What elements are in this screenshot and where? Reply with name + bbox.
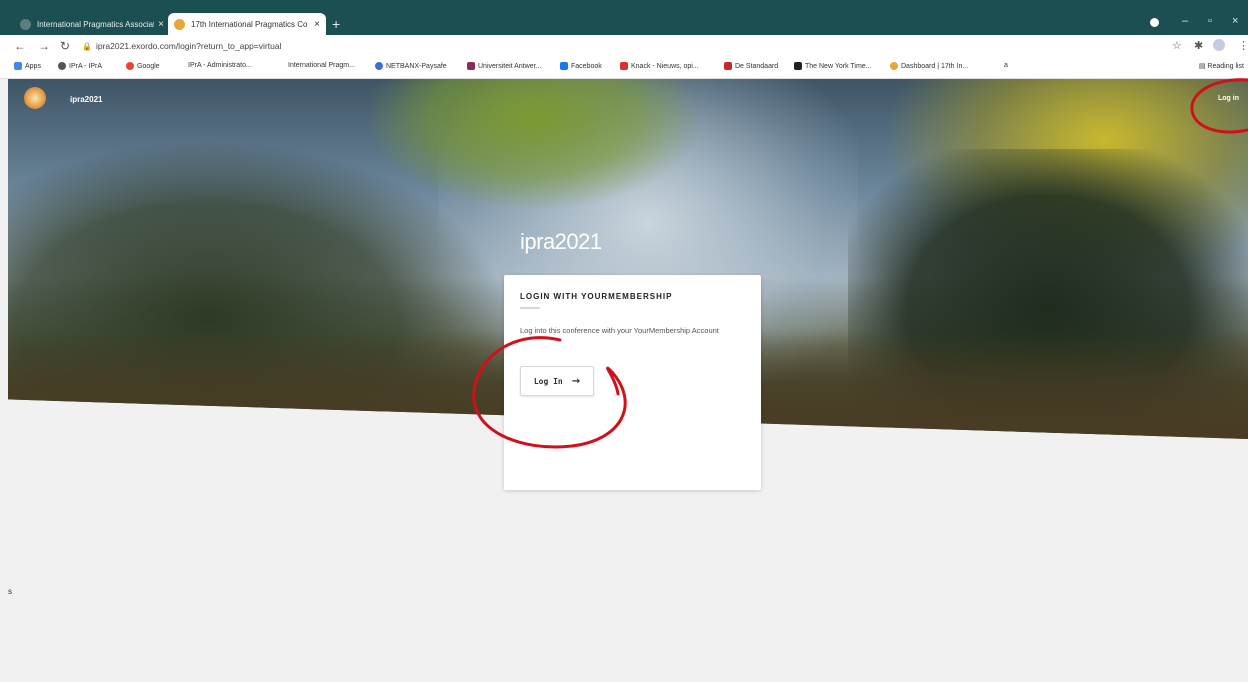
- globe-icon: [58, 62, 66, 70]
- bookmark-nytimes[interactable]: The New York Time...: [794, 62, 872, 70]
- address-bar[interactable]: 🔒 ipra2021.exordo.com/login?return_to_ap…: [82, 37, 1162, 55]
- de-standaard-icon: [724, 62, 732, 70]
- tab-title: 17th International Pragmatics Co: [191, 19, 308, 29]
- bookmark-google[interactable]: Google: [126, 62, 160, 70]
- extensions-icon[interactable]: ✱: [1194, 39, 1203, 52]
- bookmark-netbanx[interactable]: NETBANX-Paysafe: [375, 62, 447, 70]
- tab-close-icon[interactable]: ×: [314, 19, 320, 30]
- netbanx-icon: [375, 62, 383, 70]
- url-text: ipra2021.exordo.com/login?return_to_app=…: [95, 41, 282, 51]
- heading-divider: [520, 307, 540, 309]
- menu-kebab-icon[interactable]: ⋮: [1238, 39, 1248, 52]
- page-content: ipra2021 Log in ipra2021 LOGIN WITH YOUR…: [0, 79, 1248, 682]
- bookmarks-bar: Apps IPrA - IPrA Google IPrA - Administr…: [0, 57, 1248, 79]
- google-icon: [126, 62, 134, 70]
- reload-icon[interactable]: ↻: [60, 39, 70, 53]
- bookmark-facebook[interactable]: Facebook: [560, 62, 602, 70]
- dashboard-icon: [890, 62, 898, 70]
- apps-grid-icon: [14, 62, 22, 70]
- close-window-button[interactable]: ×: [1232, 15, 1238, 27]
- nytimes-icon: [794, 62, 802, 70]
- bookmark-international-pragmatics[interactable]: International Pragm...: [288, 62, 355, 69]
- bookmark-knack[interactable]: Knack - Nieuws, opi...: [620, 62, 699, 70]
- hero-title: ipra2021: [520, 229, 602, 254]
- hero-foliage-top: [368, 79, 698, 209]
- minimize-button[interactable]: –: [1182, 15, 1188, 27]
- header-login-link[interactable]: Log in: [1218, 95, 1239, 102]
- bookmark-ipra[interactable]: IPrA - IPrA: [58, 62, 102, 70]
- tab-favicon-icon: [20, 18, 31, 30]
- stray-text: s: [8, 587, 12, 596]
- address-toolbar: ← → ↻ 🔒 ipra2021.exordo.com/login?return…: [0, 35, 1248, 57]
- login-button-label: Log In: [533, 376, 563, 386]
- forward-arrow-icon[interactable]: →: [38, 39, 50, 53]
- browser-window: International Pragmatics Associat × 17th…: [0, 0, 1248, 682]
- reading-list-button[interactable]: ▤ Reading list: [1199, 62, 1244, 70]
- uantwerpen-icon: [467, 62, 475, 70]
- bookmark-dashboard[interactable]: Dashboard | 17th In...: [890, 62, 968, 70]
- tab-17th-international-pragmatics[interactable]: 17th International Pragmatics Co ×: [168, 13, 326, 35]
- tab-international-pragmatics[interactable]: International Pragmatics Associat ×: [14, 13, 170, 35]
- tab-favicon-icon: [174, 18, 185, 30]
- bookmark-de-standaard[interactable]: De Standaard: [724, 62, 778, 70]
- tab-strip: International Pragmatics Associat × 17th…: [0, 0, 1248, 35]
- facebook-icon: [560, 62, 568, 70]
- lock-icon: 🔒: [82, 41, 92, 51]
- login-card-heading: LOGIN WITH YOURMEMBERSHIP: [520, 292, 673, 301]
- bookmark-uantwerpen[interactable]: Universiteit Antwer...: [467, 62, 541, 70]
- login-card: LOGIN WITH YOURMEMBERSHIP Log into this …: [504, 275, 761, 490]
- back-arrow-icon[interactable]: ←: [14, 39, 26, 53]
- login-button[interactable]: Log In →: [520, 366, 594, 396]
- site-logo[interactable]: [24, 87, 46, 109]
- new-tab-button[interactable]: +: [332, 16, 340, 32]
- login-card-text: Log into this conference with your YourM…: [520, 326, 719, 335]
- bookmark-a[interactable]: a: [1004, 62, 1008, 69]
- knack-icon: [620, 62, 628, 70]
- bookmark-star-icon[interactable]: ☆: [1172, 39, 1182, 52]
- tab-close-icon[interactable]: ×: [158, 19, 164, 30]
- bookmark-ipra-admin[interactable]: IPrA - Administrato...: [188, 62, 252, 69]
- arrow-right-icon: →: [571, 375, 581, 387]
- restore-button[interactable]: ▫: [1208, 15, 1212, 27]
- account-avatar[interactable]: [1213, 39, 1225, 51]
- tab-title: International Pragmatics Associat: [37, 19, 155, 29]
- bookmark-apps[interactable]: Apps: [14, 62, 41, 70]
- site-name[interactable]: ipra2021: [70, 95, 102, 104]
- profile-icon[interactable]: [1150, 18, 1159, 27]
